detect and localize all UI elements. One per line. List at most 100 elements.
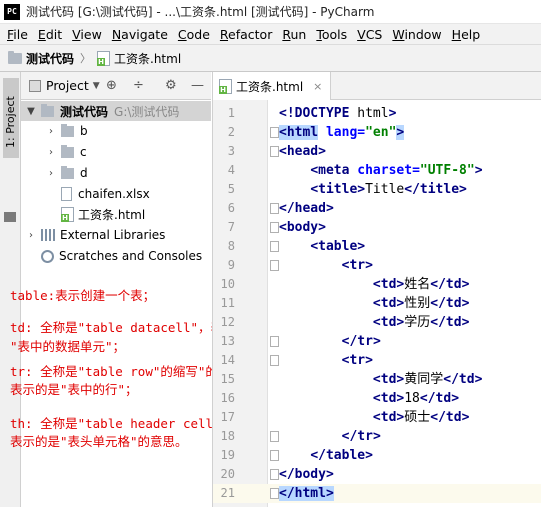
breadcrumb-file[interactable]: 工资条.html: [114, 50, 181, 67]
code-text: <head>: [279, 144, 326, 159]
target-icon[interactable]: ⊕: [106, 79, 117, 93]
code-text: <tr>: [341, 258, 373, 273]
code-line[interactable]: 2 <html lang="en">: [213, 123, 541, 142]
tree-item[interactable]: › c: [45, 142, 87, 162]
code-line[interactable]: 19 </table>: [213, 446, 541, 465]
code-line[interactable]: 11 <td>性别</td>: [213, 294, 541, 313]
annotation-th-line2: 表示的是"表头单元格"的意思。: [10, 434, 188, 449]
code-text: <td>18</td>: [372, 391, 460, 406]
tree-item[interactable]: chaifen.xlsx: [61, 184, 150, 204]
menu-window[interactable]: Window: [387, 27, 446, 42]
tree-item-label: External Libraries: [60, 228, 166, 242]
expanded-arrow-icon[interactable]: ▼: [25, 106, 37, 117]
expand-arrow-icon[interactable]: ›: [25, 230, 37, 241]
menu-vcs[interactable]: VCS: [352, 27, 387, 42]
line-number: 13: [220, 334, 235, 348]
code-line[interactable]: 8 <table>: [213, 237, 541, 256]
code-line[interactable]: 13 </tr>: [213, 332, 541, 351]
gear-icon[interactable]: ⚙: [165, 79, 177, 93]
code-line[interactable]: 1 <!DOCTYPE html>: [213, 104, 541, 123]
menu-mnemonic: W: [392, 26, 405, 42]
project-view-selector[interactable]: Project: [46, 78, 89, 93]
code-line[interactable]: 17 <td>硕士</td>: [213, 408, 541, 427]
tree-item[interactable]: › b: [45, 121, 88, 141]
line-number: 8: [227, 239, 235, 253]
code-line[interactable]: 6 </head>: [213, 199, 541, 218]
folder-icon: [61, 123, 74, 137]
fold-marker-icon[interactable]: [270, 469, 279, 480]
breadcrumb-separator: 〉: [80, 52, 92, 65]
tree-item[interactable]: › External Libraries: [25, 225, 165, 245]
html-file-icon: [61, 206, 74, 222]
tree-item[interactable]: 工资条.html: [61, 204, 145, 224]
fold-marker-icon[interactable]: [270, 431, 279, 442]
chevron-down-icon[interactable]: ▼: [93, 81, 100, 91]
code-line[interactable]: 9 <tr>: [213, 256, 541, 275]
line-number: 18: [220, 429, 235, 443]
line-number: 15: [220, 372, 235, 386]
tree-item[interactable]: › d: [45, 163, 88, 183]
tree-item[interactable]: Scratches and Consoles: [25, 246, 202, 266]
code-line[interactable]: 3 <head>: [213, 142, 541, 161]
fold-marker-icon[interactable]: [270, 355, 279, 366]
code-line[interactable]: 18 </tr>: [213, 427, 541, 446]
fold-marker-icon[interactable]: [270, 146, 279, 157]
tree-item[interactable]: ▼ 测试代码 G:\测试代码: [21, 101, 211, 121]
fold-marker-icon[interactable]: [270, 450, 279, 461]
expand-arrow-icon[interactable]: ›: [45, 168, 57, 179]
breadcrumb-project[interactable]: 测试代码: [26, 50, 74, 67]
code-line[interactable]: 21 </html>: [213, 484, 541, 503]
code-line[interactable]: 4 <meta charset="UTF-8">: [213, 161, 541, 180]
fold-marker-icon[interactable]: [270, 260, 279, 271]
code-line[interactable]: 20 </body>: [213, 465, 541, 484]
menu-file[interactable]: File: [2, 27, 33, 42]
code-line[interactable]: 7 <body>: [213, 218, 541, 237]
menu-label: ools: [321, 26, 348, 42]
code-text: </tr>: [341, 429, 381, 444]
code-line[interactable]: 14 <tr>: [213, 351, 541, 370]
structure-folder-icon[interactable]: [4, 212, 16, 222]
line-number: 6: [227, 201, 235, 215]
menu-label: un: [290, 26, 307, 42]
close-icon[interactable]: ×: [313, 80, 322, 93]
menu-view[interactable]: View: [67, 27, 107, 42]
project-tool-button[interactable]: 1: Project: [3, 78, 19, 158]
menu-help[interactable]: Help: [447, 27, 486, 42]
expand-arrow-icon[interactable]: ›: [45, 126, 57, 137]
code-line[interactable]: 16 <td>18</td>: [213, 389, 541, 408]
menu-navigate[interactable]: Navigate: [107, 27, 173, 42]
fold-marker-icon[interactable]: [270, 127, 279, 138]
line-number: 5: [227, 182, 235, 196]
fold-marker-icon[interactable]: [270, 241, 279, 252]
annotation-table: table:表示创建一个表；: [10, 288, 156, 303]
window-title: 测试代码 [G:\测试代码] - ...\工资条.html [测试代码] - P…: [26, 5, 375, 19]
code-text: <td>姓名</td>: [372, 277, 470, 292]
line-number: 21: [220, 486, 235, 500]
code-line[interactable]: 15 <td>黄同学</td>: [213, 370, 541, 389]
html-file-icon: [97, 50, 111, 66]
fold-marker-icon[interactable]: [270, 203, 279, 214]
menu-refactor[interactable]: Refactor: [215, 27, 277, 42]
fold-marker-icon[interactable]: [270, 488, 279, 499]
editor-tab[interactable]: 工资条.html ×: [213, 72, 331, 100]
tree-item-path: G:\测试代码: [114, 104, 180, 119]
menu-code[interactable]: Code: [173, 27, 215, 42]
code-line[interactable]: 10 <td>姓名</td>: [213, 275, 541, 294]
fold-marker-icon[interactable]: [270, 222, 279, 233]
code-text: <tr>: [341, 353, 373, 368]
line-number: 12: [220, 315, 235, 329]
project-panel-header: Project ▼ ⊕ ÷ ⚙ —: [21, 72, 211, 100]
collapse-icon[interactable]: ÷: [133, 79, 144, 93]
menu-tools[interactable]: Tools: [311, 27, 352, 42]
menu-label: indow: [404, 26, 442, 42]
fold-marker-icon[interactable]: [270, 336, 279, 347]
expand-arrow-icon[interactable]: ›: [45, 147, 57, 158]
menu-label: ode: [186, 26, 210, 42]
code-line[interactable]: 5 <title>Title</title>: [213, 180, 541, 199]
menu-edit[interactable]: Edit: [33, 27, 67, 42]
code-text: <td>性别</td>: [372, 296, 470, 311]
code-line[interactable]: 12 <td>学历</td>: [213, 313, 541, 332]
menu-run[interactable]: Run: [277, 27, 311, 42]
annotation-td-line2: "表中的数据单元"；: [10, 339, 126, 354]
hide-icon[interactable]: —: [191, 79, 204, 93]
